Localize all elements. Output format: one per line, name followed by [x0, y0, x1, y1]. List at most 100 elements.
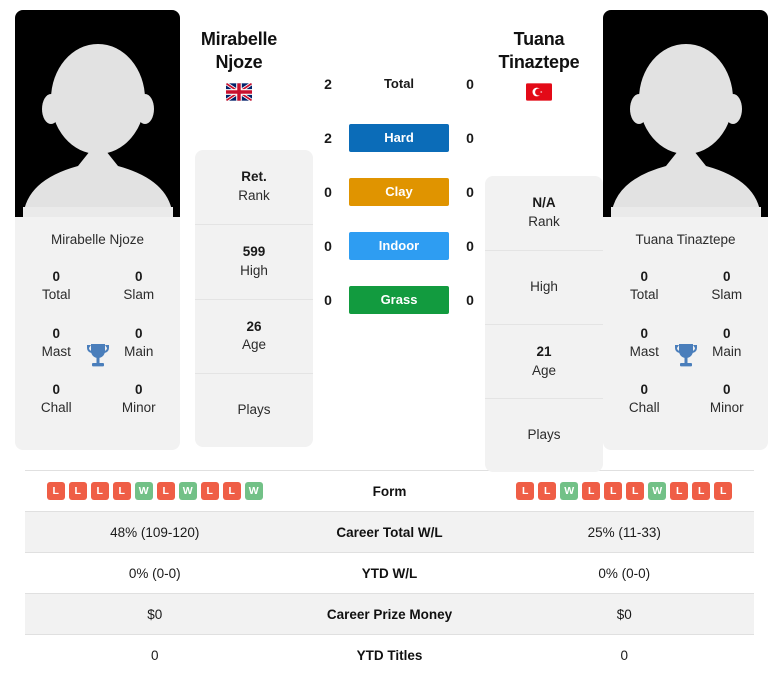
left-title-minor: 0 Minor: [98, 375, 181, 431]
right-value: 0: [620, 648, 628, 663]
surface-row-hard: 2 Hard 0: [313, 124, 485, 152]
right-form-cell: L L W L L L W L L L: [495, 482, 755, 500]
left-value: 0: [150, 648, 159, 663]
right-value: 0: [466, 238, 474, 254]
left-rank-age: 26 Age: [195, 300, 313, 375]
avatar-silhouette-icon: [22, 44, 173, 217]
value: 0: [722, 269, 731, 285]
label: Slam: [123, 287, 155, 303]
left-value: 48% (109-120): [110, 524, 200, 540]
value: 21: [536, 343, 552, 359]
label: Age: [241, 337, 267, 353]
left-form-strip: L L L L W L W L L W: [25, 482, 285, 500]
form-badge: L: [670, 482, 689, 500]
form-badge: W: [134, 482, 153, 500]
left-player-avatar: [15, 10, 180, 217]
stat-label-ytd-titles: YTD Titles: [356, 648, 423, 663]
left-value: 0: [324, 238, 332, 254]
left-headline-name: Mirabelle Njoze: [200, 29, 278, 73]
stat-label-career-prize-money: Career Prize Money: [326, 606, 453, 622]
form-badge: L: [626, 482, 645, 500]
form-badge: L: [222, 482, 241, 500]
right-value: 25% (11-33): [587, 524, 661, 540]
right-rank-plays: Plays: [485, 399, 603, 472]
avatar-silhouette-icon: [610, 44, 761, 217]
value: 0: [52, 382, 60, 398]
right-trophy-icon: [670, 340, 702, 372]
label: Minor: [121, 400, 156, 416]
table-row-ytd-wl: 0% (0-0) YTD W/L 0% (0-0): [25, 553, 754, 594]
label: Total: [41, 287, 71, 303]
form-badge: L: [692, 482, 711, 500]
form-badge: L: [200, 482, 219, 500]
table-row-form: L L L L W L W L L W Form L L W L L L W L…: [25, 471, 754, 512]
form-badge: W: [648, 482, 667, 500]
left-value: $0: [147, 606, 163, 622]
right-form-strip: L L W L L L W L L L: [495, 482, 755, 500]
label: Chall: [40, 400, 72, 416]
form-badge: L: [538, 482, 557, 500]
stats-comparison-table: L L L L W L W L L W Form L L W L L L W L…: [25, 470, 754, 676]
player-comparison-header: Mirabelle Njoze 0 Total 0 Slam 0 Mast 0 …: [0, 0, 779, 473]
right-title-total: 0 Total: [603, 262, 686, 318]
trophy-icon: [86, 343, 109, 367]
left-value: 0: [324, 184, 332, 200]
table-row-ytd-titles: 0 YTD Titles 0: [25, 635, 754, 676]
label: Rank: [528, 213, 560, 229]
form-badge: L: [90, 482, 109, 500]
surface-comparison-column: 2 Total 0 2 Hard 0 0 Clay 0 0 Indoor 0 0…: [313, 10, 485, 314]
form-badge: L: [714, 482, 733, 500]
trophy-icon: [674, 343, 697, 367]
left-rank-plays: Plays: [195, 374, 313, 447]
label: Chall: [628, 400, 660, 416]
label: Minor: [709, 400, 744, 416]
value: 0: [52, 269, 60, 285]
left-value: 0: [324, 292, 332, 308]
surface-label-total: Total: [383, 76, 415, 91]
left-title-chall: 0 Chall: [15, 375, 98, 431]
left-title-slam: 0 Slam: [98, 262, 181, 318]
value: 0: [640, 382, 648, 398]
tr-flag-icon: [526, 83, 552, 101]
left-rank-high: 599 High: [195, 225, 313, 300]
right-value: 0: [466, 292, 474, 308]
right-title-minor: 0 Minor: [686, 375, 769, 431]
surface-row-indoor: 0 Indoor 0: [313, 232, 485, 260]
label: Total: [629, 287, 659, 303]
right-player-card[interactable]: Tuana Tinaztepe 0 Total 0 Slam 0 Mast 0 …: [603, 10, 768, 450]
right-headline-name: Tuana Tinaztepe: [498, 29, 580, 73]
label: High: [240, 262, 268, 278]
table-row-career-prize-money: $0 Career Prize Money $0: [25, 594, 754, 635]
form-badge: W: [560, 482, 579, 500]
surface-row-grass: 0 Grass 0: [313, 286, 485, 314]
value: 599: [242, 243, 266, 259]
label: Age: [531, 362, 557, 378]
form-badge: L: [46, 482, 65, 500]
right-rank-age: 21 Age: [485, 325, 603, 400]
right-rank-column: N/A Rank High 21 Age Plays: [485, 176, 603, 473]
left-player-card[interactable]: Mirabelle Njoze 0 Total 0 Slam 0 Mast 0 …: [15, 10, 180, 450]
surface-row-total: 2 Total 0: [313, 70, 485, 98]
label: High: [530, 278, 558, 294]
left-value: 2: [324, 76, 332, 92]
right-player-avatar: [603, 10, 768, 217]
value: N/A: [532, 195, 556, 210]
value: 0: [722, 382, 731, 398]
label: Slam: [711, 287, 743, 303]
right-value: $0: [616, 606, 632, 622]
right-titles-grid: 0 Total 0 Slam 0 Mast 0 Main 0 Chall 0 M…: [603, 262, 768, 449]
stat-label-form: Form: [372, 483, 407, 499]
gb-flag-icon: [226, 83, 252, 102]
left-value: 0% (0-0): [128, 565, 181, 581]
left-rank-column: Ret. Rank 599 High 26 Age Plays: [195, 150, 313, 448]
value: 0: [134, 269, 143, 285]
right-title-slam: 0 Slam: [686, 262, 769, 318]
right-title-chall: 0 Chall: [603, 375, 686, 431]
value: 0: [134, 382, 143, 398]
form-badge: W: [178, 482, 197, 500]
right-player-headline: Tuana Tinaztepe: [480, 28, 598, 101]
form-badge: L: [582, 482, 601, 500]
left-value: 2: [324, 130, 332, 146]
stat-label-career-total-wl: Career Total W/L: [336, 524, 443, 540]
label: Plays: [237, 402, 271, 418]
